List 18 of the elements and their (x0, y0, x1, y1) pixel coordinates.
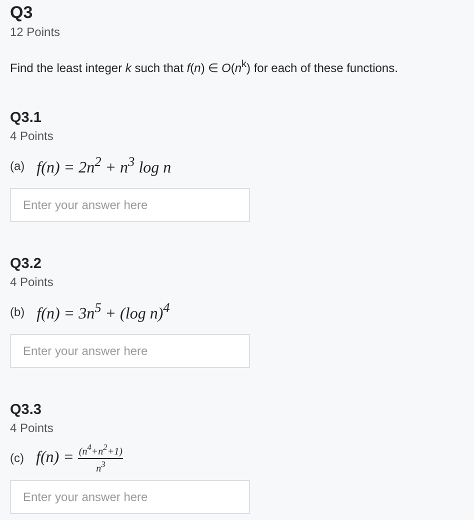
formula: f(n) = 3n$^{5}$ + (log n)$^{4}$ (36, 300, 170, 324)
formula: f(n) = (n$^{4}$+n$^{2}$+1) n$^{3}$ (36, 442, 124, 474)
part-label: (c) (10, 451, 24, 465)
points-label: 4 Points (10, 420, 54, 436)
question-title: Q3 (10, 2, 34, 24)
answer-field[interactable]: Enter your answer here (10, 188, 250, 222)
part-label: (a) (10, 159, 25, 173)
answer-field[interactable]: Enter your answer here (10, 480, 250, 514)
subquestion-title: Q3.3 (10, 401, 42, 420)
subquestion-title: Q3.2 (10, 255, 42, 274)
points-label: 4 Points (10, 274, 54, 290)
formula: f(n) = 2n$^{2}$ + n$^{3}$ log n (36, 154, 172, 178)
points-label: 4 Points (10, 128, 54, 144)
part-label: (b) (10, 305, 25, 319)
points-label: 12 Points (10, 24, 62, 40)
subquestion-title: Q3.1 (10, 109, 42, 128)
question-prompt: Find the least integer k such that f(n) ∈ O(n$^{k}$) for each of these functions. (10, 58, 399, 77)
answer-field[interactable]: Enter your answer here (10, 334, 250, 368)
